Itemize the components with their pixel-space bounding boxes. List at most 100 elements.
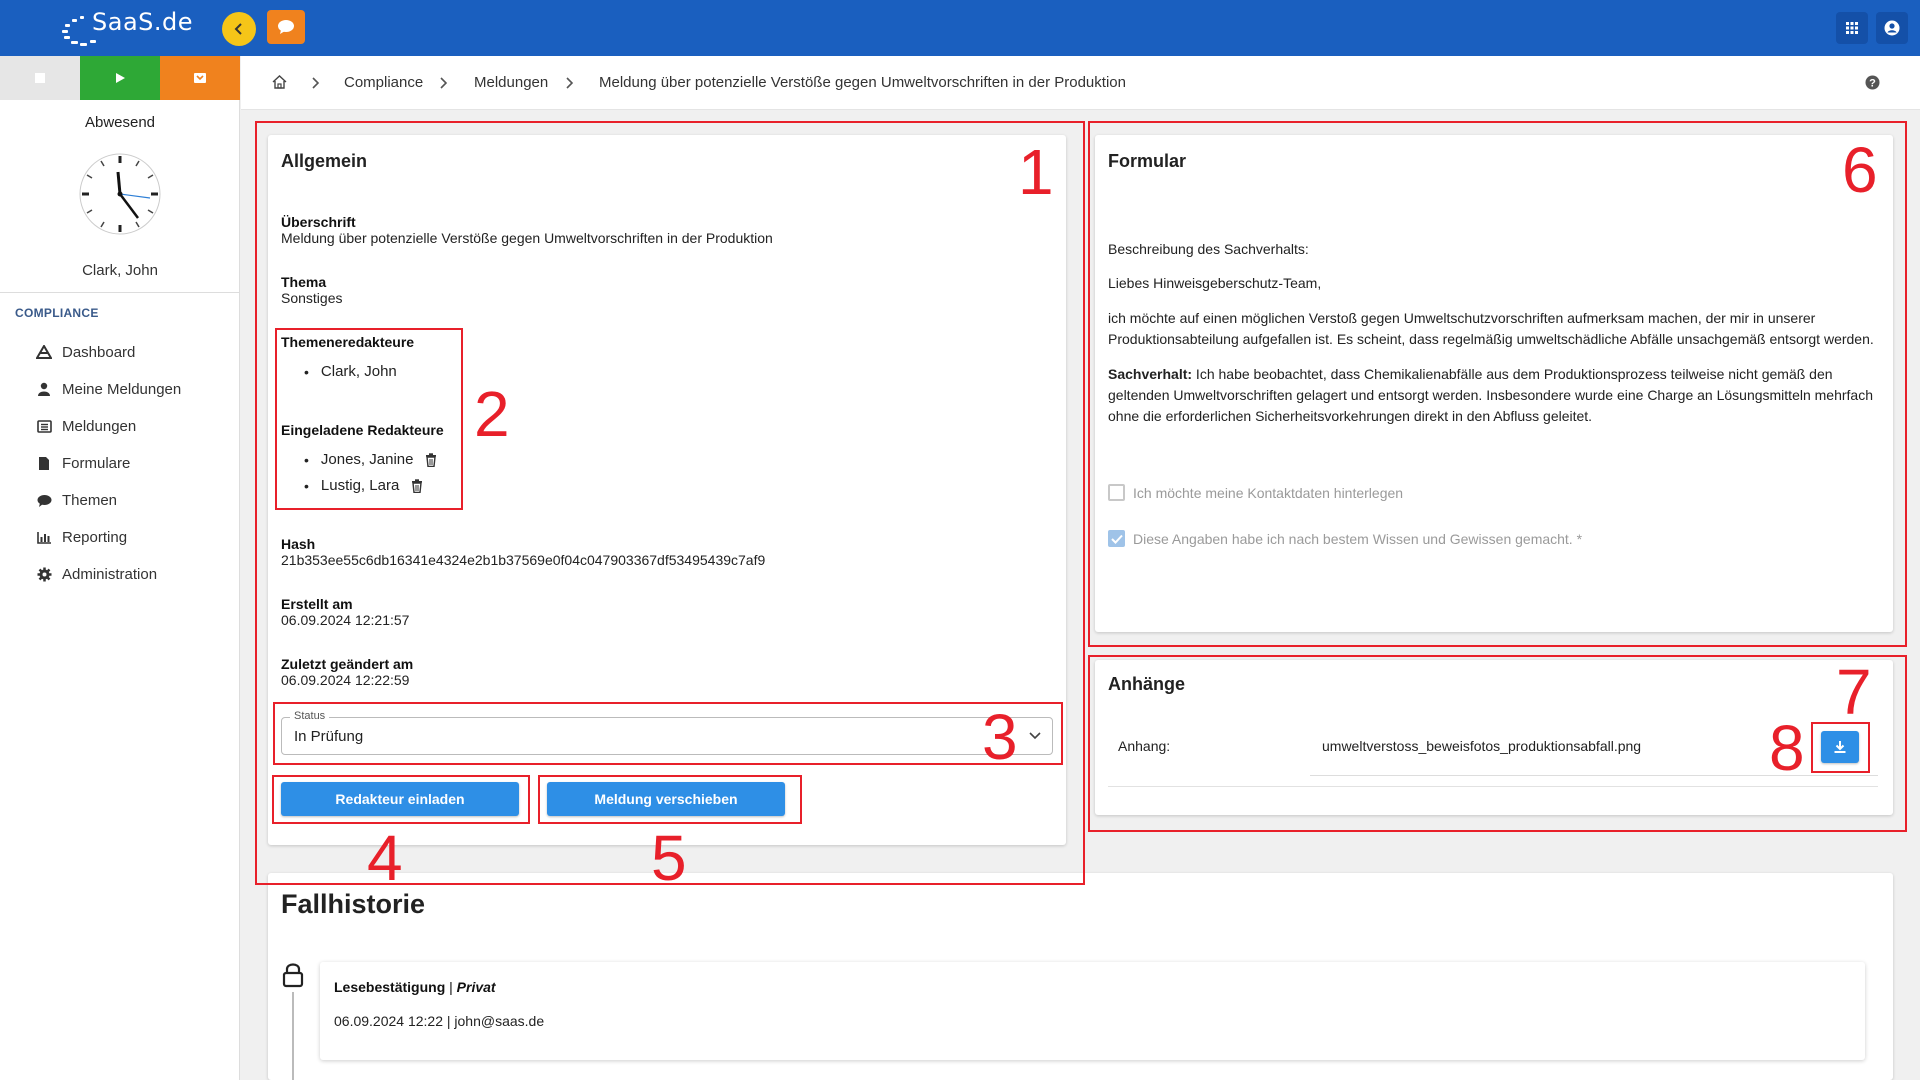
- topic-editors-label: Themeneredakteure: [281, 334, 415, 350]
- sidebar-item-administration[interactable]: Administration: [36, 562, 157, 586]
- play-icon: [116, 73, 125, 83]
- app-logo[interactable]: SaaS.de: [58, 6, 198, 50]
- file-icon: [36, 455, 52, 471]
- trash-icon[interactable]: [425, 452, 437, 467]
- stop-icon: [35, 73, 45, 83]
- chevron-down-icon: [1029, 732, 1041, 740]
- inbox-icon: [36, 418, 52, 434]
- truthfulness-checkbox-row[interactable]: Diese Angaben habe ich nach bestem Wisse…: [1108, 530, 1582, 547]
- annotation-number-8: 8: [1769, 712, 1805, 784]
- person-icon: [36, 381, 52, 397]
- modified-label: Zuletzt geändert am: [281, 656, 414, 672]
- back-button[interactable]: [222, 12, 256, 46]
- sidebar-item-label: Formulare: [62, 454, 131, 472]
- sidebar-item-meldungen[interactable]: Meldungen: [36, 414, 136, 438]
- apps-grid-button[interactable]: [1836, 12, 1868, 44]
- sidebar-divider: [0, 292, 240, 293]
- user-name: Clark, John: [82, 262, 158, 279]
- sidebar-item-formulare[interactable]: Formulare: [36, 451, 130, 475]
- chevron-left-icon: [234, 23, 242, 35]
- lock-icon: [282, 963, 304, 988]
- sidebar-item-themen[interactable]: Themen: [36, 488, 117, 512]
- sidebar-item-label: Meine Meldungen: [62, 380, 182, 398]
- sidebar-item-meine-meldungen[interactable]: Meine Meldungen: [36, 377, 181, 401]
- topic-value: Sonstiges: [281, 290, 343, 306]
- truthfulness-checkbox[interactable]: [1108, 530, 1125, 547]
- grid-icon: [1846, 22, 1858, 34]
- account-button[interactable]: [1876, 12, 1908, 44]
- annotation-number-6: 6: [1842, 134, 1878, 206]
- chat-bubble-icon: [278, 20, 294, 34]
- chevron-right-icon: [312, 77, 320, 89]
- svg-text:?: ?: [1869, 78, 1876, 90]
- invite-editor-button[interactable]: Redakteur einladen: [281, 782, 519, 816]
- sidebar-item-label: Meldungen: [62, 417, 137, 435]
- status-value: In Prüfung: [294, 728, 364, 745]
- form-line-description: Beschreibung des Sachverhalts:: [1108, 241, 1309, 257]
- annotation-number-1: 1: [1018, 136, 1054, 208]
- dashboard-icon: [36, 344, 52, 360]
- history-entry: Lesebestätigung | Privat 06.09.2024 12:2…: [320, 962, 1865, 1060]
- chevron-right-icon: [440, 77, 448, 89]
- breadcrumb-meldungen[interactable]: Meldungen: [474, 74, 548, 91]
- headline-value: Meldung über potenzielle Verstöße gegen …: [281, 230, 773, 246]
- chat-button[interactable]: [267, 10, 305, 44]
- chat-icon: [36, 492, 52, 508]
- history-entry-meta: 06.09.2024 12:22 | john@saas.de: [334, 1013, 545, 1029]
- logo-text: SaaS.de: [92, 8, 194, 36]
- modified-value: 06.09.2024 12:22:59: [281, 672, 410, 688]
- presence-status: Abwesend: [84, 114, 156, 131]
- sidebar-item-reporting[interactable]: Reporting: [36, 525, 127, 549]
- annotation-number-2: 2: [474, 378, 510, 450]
- general-title: Allgemein: [281, 151, 368, 171]
- attachments-footer-divider: [1108, 786, 1878, 787]
- check-icon: [1110, 534, 1123, 544]
- invited-editor-item: Lustig, Lara: [304, 477, 423, 494]
- attachments-title: Anhänge: [1108, 674, 1186, 694]
- form-paragraph-1: ich möchte auf einen möglichen Verstoß g…: [1108, 310, 1874, 347]
- breadcrumb-compliance[interactable]: Compliance: [344, 74, 423, 91]
- hash-value: 21b353ee55c6db16341e4324e2b1b37569e0f04c…: [281, 552, 766, 568]
- contact-data-checkbox-label: Ich möchte meine Kontaktdaten hinterlege…: [1133, 484, 1404, 501]
- play-button[interactable]: [80, 56, 160, 100]
- breadcrumb-current: Meldung über potenzielle Verstöße gegen …: [599, 74, 1126, 91]
- sidebar-item-label: Dashboard: [62, 343, 136, 361]
- trash-icon[interactable]: [411, 478, 423, 493]
- chevron-right-icon: [566, 77, 574, 89]
- attachment-label: Anhang:: [1118, 738, 1171, 754]
- form-line-greeting: Liebes Hinweisgeberschutz-Team,: [1108, 275, 1322, 291]
- stop-button[interactable]: [0, 56, 80, 100]
- invited-editor-item: Jones, Janine: [304, 451, 437, 468]
- move-report-button[interactable]: Meldung verschieben: [547, 782, 785, 816]
- headline-label: Überschrift: [281, 214, 356, 230]
- breadcrumb: Compliance Meldungen Meldung über potenz…: [241, 56, 1920, 110]
- home-icon[interactable]: [272, 75, 287, 89]
- contact-data-checkbox[interactable]: [1108, 484, 1125, 501]
- attachment-filename[interactable]: umweltverstoss_beweisfotos_produktionsab…: [1322, 738, 1641, 754]
- invited-editors-label: Eingeladene Redakteure: [281, 422, 444, 438]
- history-title: Fallhistorie: [281, 889, 426, 919]
- status-label: Status: [290, 710, 330, 722]
- download-icon: [1834, 741, 1846, 753]
- sidebar-item-label: Administration: [62, 565, 158, 583]
- topic-editor-item: Clark, John: [304, 363, 397, 380]
- history-entry-title-row: Lesebestätigung | Privat: [334, 979, 496, 995]
- annotation-number-3: 3: [982, 701, 1018, 773]
- annotation-number-5: 5: [651, 822, 687, 894]
- sidebar-section-title: COMPLIANCE: [15, 306, 99, 320]
- bar-chart-icon: [36, 529, 52, 545]
- download-button[interactable]: [1821, 731, 1859, 763]
- created-label: Erstellt am: [281, 596, 353, 612]
- top-bar: SaaS.de: [0, 0, 1920, 56]
- timeline-line: [292, 992, 294, 1080]
- contact-data-checkbox-row[interactable]: Ich möchte meine Kontaktdaten hinterlege…: [1108, 484, 1403, 501]
- break-button[interactable]: [160, 56, 240, 100]
- clock-icon: [79, 153, 161, 235]
- coffee-icon: [194, 73, 206, 83]
- annotation-number-7: 7: [1836, 656, 1872, 728]
- sidebar-item-dashboard[interactable]: Dashboard: [36, 340, 135, 364]
- form-paragraph-2: Sachverhalt: Ich habe beobachtet, dass C…: [1108, 366, 1874, 424]
- status-select[interactable]: Status In Prüfung: [281, 710, 1053, 755]
- help-icon[interactable]: ?: [1865, 75, 1880, 90]
- topic-label: Thema: [281, 274, 327, 290]
